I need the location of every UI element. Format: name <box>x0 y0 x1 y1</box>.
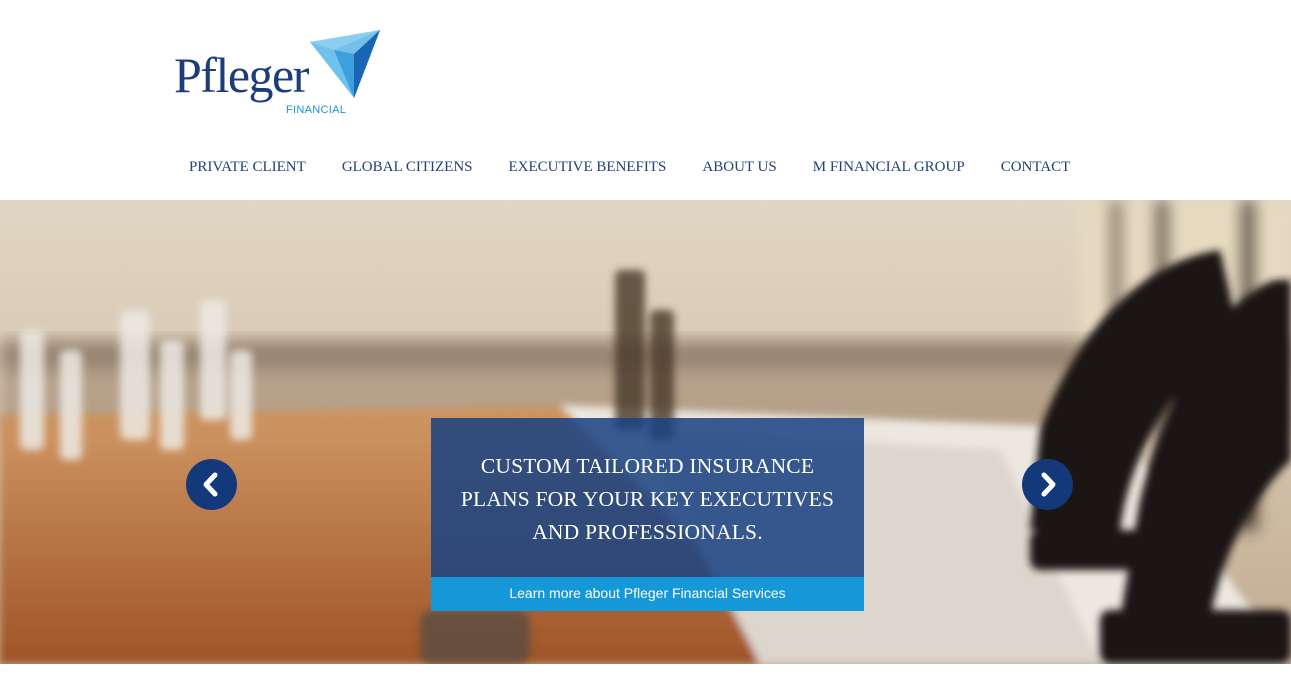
nav-item-executive-benefits[interactable]: EXECUTIVE BENEFITS <box>491 150 685 184</box>
site-header: Pfleger FINANCIAL PRIVATE CLIENT GLOBAL … <box>0 0 1291 200</box>
learn-more-link[interactable]: Learn more about Pfleger Financial Servi… <box>431 577 864 611</box>
nav-item-private-client[interactable]: PRIVATE CLIENT <box>171 150 324 184</box>
nav-item-global-citizens[interactable]: GLOBAL CITIZENS <box>324 150 491 184</box>
hero-slider: CUSTOM TAILORED INSURANCE PLANS FOR YOUR… <box>0 200 1291 664</box>
hero-caption: CUSTOM TAILORED INSURANCE PLANS FOR YOUR… <box>431 418 864 611</box>
caption-line-3: AND PROFESSIONALS. <box>532 520 763 544</box>
nav-item-m-financial-group[interactable]: M FINANCIAL GROUP <box>795 150 983 184</box>
triangle-logo-icon <box>310 30 380 98</box>
site-logo[interactable]: Pfleger FINANCIAL <box>172 28 387 123</box>
caption-line-2: PLANS FOR YOUR KEY EXECUTIVES <box>460 487 835 511</box>
chevron-right-icon <box>1041 472 1056 497</box>
caption-box: CUSTOM TAILORED INSURANCE PLANS FOR YOUR… <box>431 418 864 577</box>
logo-subtitle: FINANCIAL <box>286 104 347 116</box>
slider-prev-button[interactable] <box>186 459 237 510</box>
slider-next-button[interactable] <box>1022 459 1073 510</box>
nav-item-about-us[interactable]: ABOUT US <box>684 150 794 184</box>
caption-line-1: CUSTOM TAILORED INSURANCE <box>480 454 815 478</box>
logo-wordmark: Pfleger <box>174 47 309 103</box>
chevron-left-icon <box>203 472 218 497</box>
main-nav: PRIVATE CLIENT GLOBAL CITIZENS EXECUTIVE… <box>171 150 1088 184</box>
nav-item-contact[interactable]: CONTACT <box>983 150 1089 184</box>
